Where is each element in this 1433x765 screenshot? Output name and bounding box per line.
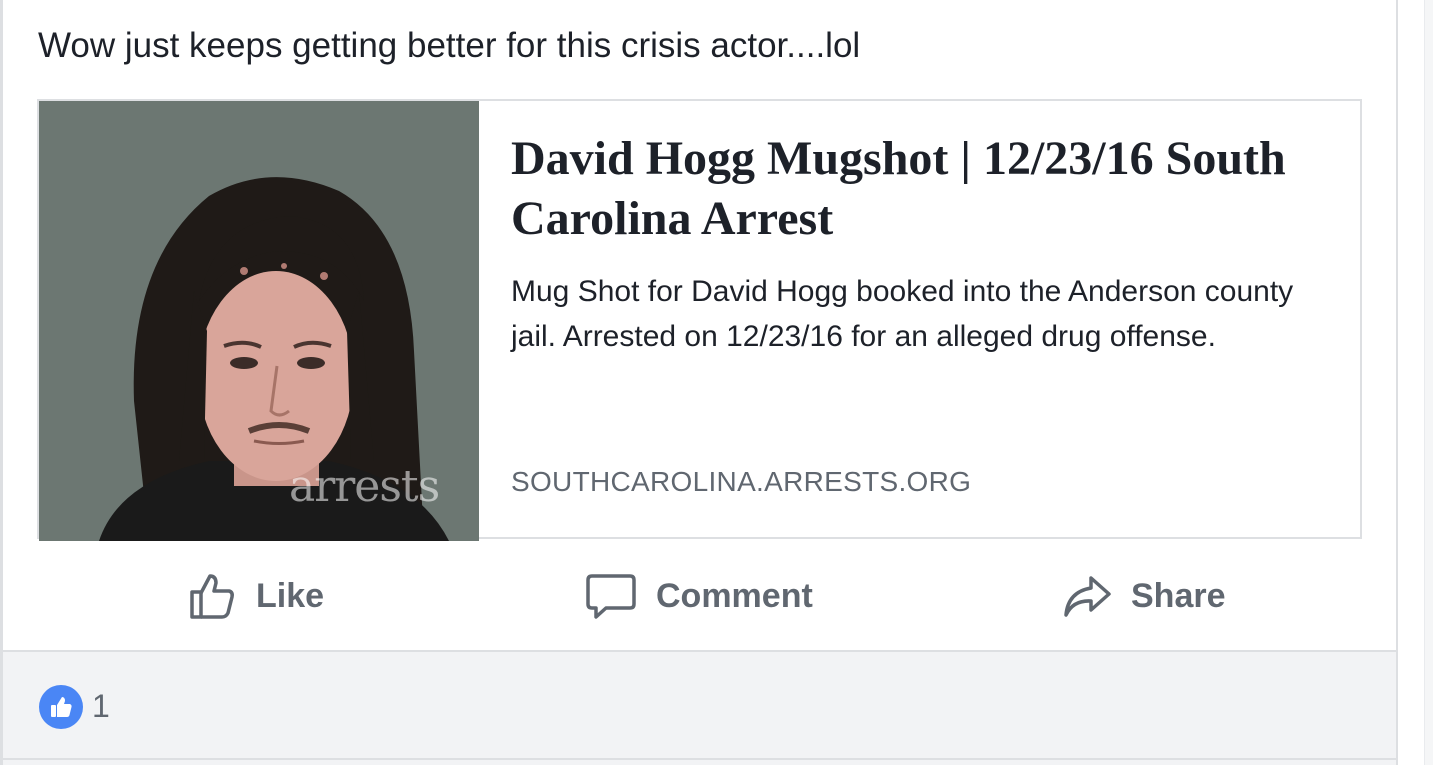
link-card-body: David Hogg Mugshot | 12/23/16 South Caro… [511, 129, 1331, 359]
right-gutter [1396, 0, 1433, 765]
link-domain: SOUTHCAROLINA.ARRESTS.ORG [511, 466, 972, 497]
comment-bubble-icon [586, 574, 636, 619]
bottom-border [3, 758, 1396, 760]
link-thumbnail-image[interactable]: arrests [39, 101, 479, 541]
like-label: Like [256, 576, 325, 615]
reactions-summary[interactable]: 1 [3, 652, 1396, 765]
page-edge [1424, 0, 1433, 765]
thumbs-up-reaction-icon[interactable] [39, 685, 83, 729]
share-arrow-icon [1064, 576, 1111, 617]
share-button[interactable]: Share [1061, 570, 1226, 622]
comment-button[interactable]: Comment [584, 570, 813, 622]
like-button[interactable]: Like [186, 570, 324, 622]
post-action-bar: Like Comment Share [3, 552, 1396, 642]
reaction-count[interactable]: 1 [92, 688, 110, 725]
post-text: Wow just keeps getting better for this c… [38, 26, 861, 65]
link-description: Mug Shot for David Hogg booked into the … [511, 275, 1294, 353]
thumbs-up-icon [190, 574, 234, 619]
link-preview-card[interactable]: arrests David Hogg Mugshot | 12/23/16 So… [37, 99, 1362, 541]
image-watermark: arrests [289, 461, 440, 512]
link-title[interactable]: David Hogg Mugshot | 12/23/16 South Caro… [511, 129, 1331, 249]
comment-label: Comment [656, 576, 813, 615]
share-label: Share [1131, 576, 1226, 615]
facebook-post: Wow just keeps getting better for this c… [0, 0, 1433, 765]
